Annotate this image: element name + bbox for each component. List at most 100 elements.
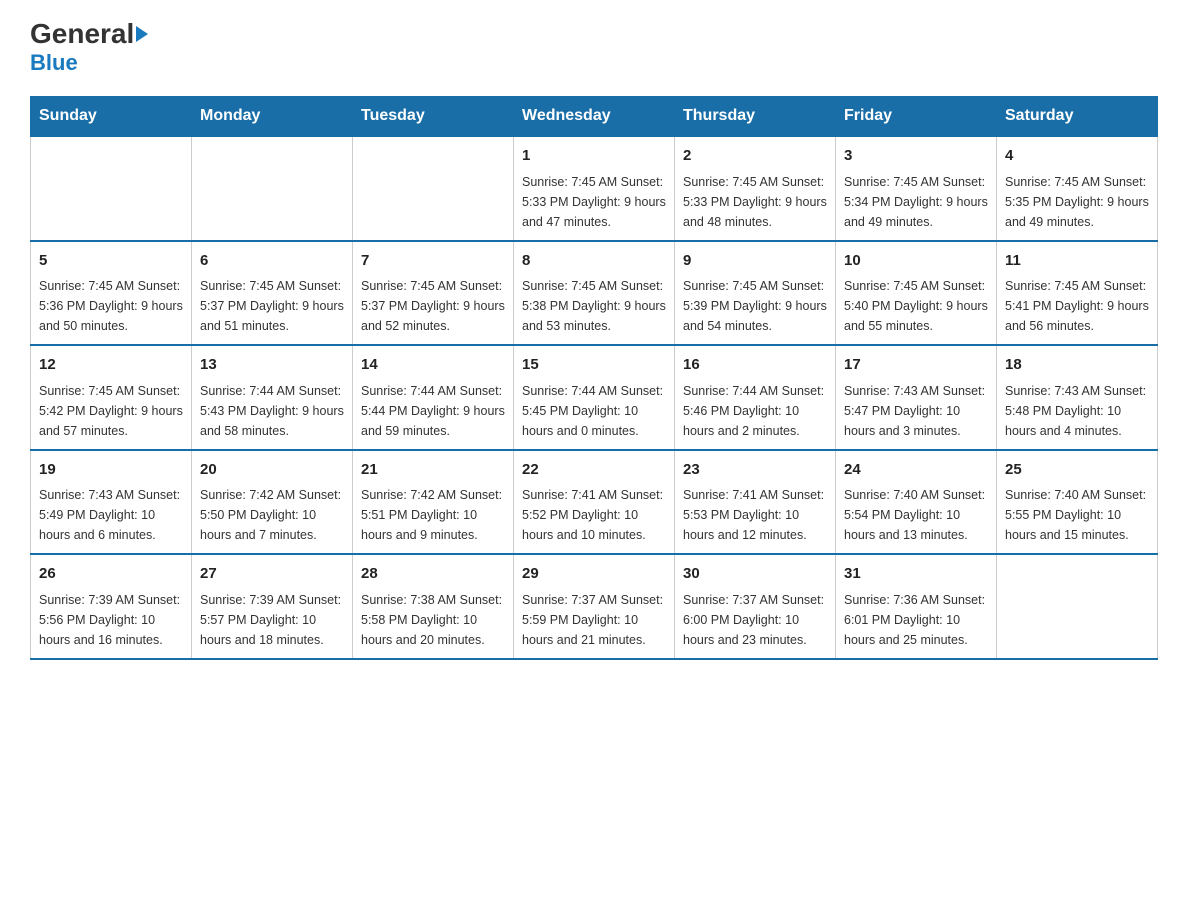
day-number: 30: [683, 563, 827, 586]
day-info: Sunrise: 7:39 AM Sunset: 5:56 PM Dayligh…: [39, 590, 183, 650]
day-info: Sunrise: 7:44 AM Sunset: 5:45 PM Dayligh…: [522, 381, 666, 441]
day-info: Sunrise: 7:42 AM Sunset: 5:50 PM Dayligh…: [200, 485, 344, 545]
logo-arrow-icon: [136, 26, 148, 42]
day-number: 26: [39, 563, 183, 586]
day-info: Sunrise: 7:38 AM Sunset: 5:58 PM Dayligh…: [361, 590, 505, 650]
day-info: Sunrise: 7:41 AM Sunset: 5:53 PM Dayligh…: [683, 485, 827, 545]
day-number: 11: [1005, 250, 1149, 273]
calendar-cell: [997, 554, 1158, 659]
calendar-cell: 24 Sunrise: 7:40 AM Sunset: 5:54 PM Dayli…: [836, 450, 997, 555]
day-info: Sunrise: 7:40 AM Sunset: 5:55 PM Dayligh…: [1005, 485, 1149, 545]
day-number: 12: [39, 354, 183, 377]
day-info: Sunrise: 7:37 AM Sunset: 5:59 PM Dayligh…: [522, 590, 666, 650]
calendar-cell: [31, 136, 192, 241]
calendar-cell: [192, 136, 353, 241]
calendar-cell: 7 Sunrise: 7:45 AM Sunset: 5:37 PM Daylig…: [353, 241, 514, 346]
day-number: 17: [844, 354, 988, 377]
day-info: Sunrise: 7:45 AM Sunset: 5:33 PM Dayligh…: [522, 172, 666, 232]
calendar-cell: 13Sunrise: 7:44 AM Sunset: 5:43 PM Dayli…: [192, 345, 353, 450]
calendar-cell: 20 Sunrise: 7:42 AM Sunset: 5:50 PM Dayli…: [192, 450, 353, 555]
calendar-cell: 17Sunrise: 7:43 AM Sunset: 5:47 PM Dayli…: [836, 345, 997, 450]
day-number: 7: [361, 250, 505, 273]
day-number: 15: [522, 354, 666, 377]
day-info: Sunrise: 7:37 AM Sunset: 6:00 PM Dayligh…: [683, 590, 827, 650]
day-number: 24: [844, 459, 988, 482]
day-info: Sunrise: 7:44 AM Sunset: 5:43 PM Dayligh…: [200, 381, 344, 441]
day-number: 18: [1005, 354, 1149, 377]
calendar-cell: 14 Sunrise: 7:44 AM Sunset: 5:44 PM Dayli…: [353, 345, 514, 450]
calendar-cell: 19 Sunrise: 7:43 AM Sunset: 5:49 PM Dayli…: [31, 450, 192, 555]
col-header-wednesday: Wednesday: [514, 97, 675, 137]
day-number: 1: [522, 145, 666, 168]
day-number: 21: [361, 459, 505, 482]
calendar-cell: 28Sunrise: 7:38 AM Sunset: 5:58 PM Dayli…: [353, 554, 514, 659]
calendar-cell: 21 Sunrise: 7:42 AM Sunset: 5:51 PM Dayli…: [353, 450, 514, 555]
day-number: 31: [844, 563, 988, 586]
day-info: Sunrise: 7:45 AM Sunset: 5:38 PM Dayligh…: [522, 276, 666, 336]
calendar-cell: 3Sunrise: 7:45 AM Sunset: 5:34 PM Daylig…: [836, 136, 997, 241]
calendar-cell: 25 Sunrise: 7:40 AM Sunset: 5:55 PM Dayli…: [997, 450, 1158, 555]
calendar-week-row: 5 Sunrise: 7:45 AM Sunset: 5:36 PM Daylig…: [31, 241, 1158, 346]
day-info: Sunrise: 7:44 AM Sunset: 5:46 PM Dayligh…: [683, 381, 827, 441]
day-number: 16: [683, 354, 827, 377]
day-info: Sunrise: 7:45 AM Sunset: 5:37 PM Dayligh…: [200, 276, 344, 336]
day-info: Sunrise: 7:43 AM Sunset: 5:49 PM Dayligh…: [39, 485, 183, 545]
calendar-cell: 23 Sunrise: 7:41 AM Sunset: 5:53 PM Dayli…: [675, 450, 836, 555]
day-number: 27: [200, 563, 344, 586]
day-info: Sunrise: 7:43 AM Sunset: 5:48 PM Dayligh…: [1005, 381, 1149, 441]
day-number: 8: [522, 250, 666, 273]
day-number: 23: [683, 459, 827, 482]
calendar-cell: 6Sunrise: 7:45 AM Sunset: 5:37 PM Daylig…: [192, 241, 353, 346]
calendar-table: SundayMondayTuesdayWednesdayThursdayFrid…: [30, 96, 1158, 660]
calendar-week-row: 26 Sunrise: 7:39 AM Sunset: 5:56 PM Dayli…: [31, 554, 1158, 659]
day-info: Sunrise: 7:40 AM Sunset: 5:54 PM Dayligh…: [844, 485, 988, 545]
calendar-cell: 27 Sunrise: 7:39 AM Sunset: 5:57 PM Dayli…: [192, 554, 353, 659]
calendar-cell: 5 Sunrise: 7:45 AM Sunset: 5:36 PM Daylig…: [31, 241, 192, 346]
day-info: Sunrise: 7:44 AM Sunset: 5:44 PM Dayligh…: [361, 381, 505, 441]
day-number: 25: [1005, 459, 1149, 482]
calendar-cell: 22 Sunrise: 7:41 AM Sunset: 5:52 PM Dayli…: [514, 450, 675, 555]
day-info: Sunrise: 7:45 AM Sunset: 5:35 PM Dayligh…: [1005, 172, 1149, 232]
col-header-sunday: Sunday: [31, 97, 192, 137]
day-info: Sunrise: 7:39 AM Sunset: 5:57 PM Dayligh…: [200, 590, 344, 650]
day-number: 29: [522, 563, 666, 586]
day-number: 2: [683, 145, 827, 168]
calendar-week-row: 1 Sunrise: 7:45 AM Sunset: 5:33 PM Daylig…: [31, 136, 1158, 241]
calendar-cell: 1 Sunrise: 7:45 AM Sunset: 5:33 PM Daylig…: [514, 136, 675, 241]
day-info: Sunrise: 7:41 AM Sunset: 5:52 PM Dayligh…: [522, 485, 666, 545]
calendar-cell: 8 Sunrise: 7:45 AM Sunset: 5:38 PM Daylig…: [514, 241, 675, 346]
col-header-thursday: Thursday: [675, 97, 836, 137]
col-header-friday: Friday: [836, 97, 997, 137]
col-header-saturday: Saturday: [997, 97, 1158, 137]
calendar-week-row: 12Sunrise: 7:45 AM Sunset: 5:42 PM Dayli…: [31, 345, 1158, 450]
day-info: Sunrise: 7:36 AM Sunset: 6:01 PM Dayligh…: [844, 590, 988, 650]
day-number: 3: [844, 145, 988, 168]
logo: General Blue: [30, 20, 148, 76]
logo-blue-text: Blue: [30, 50, 78, 76]
day-info: Sunrise: 7:45 AM Sunset: 5:41 PM Dayligh…: [1005, 276, 1149, 336]
day-number: 4: [1005, 145, 1149, 168]
col-header-tuesday: Tuesday: [353, 97, 514, 137]
day-info: Sunrise: 7:45 AM Sunset: 5:37 PM Dayligh…: [361, 276, 505, 336]
day-info: Sunrise: 7:42 AM Sunset: 5:51 PM Dayligh…: [361, 485, 505, 545]
day-info: Sunrise: 7:45 AM Sunset: 5:39 PM Dayligh…: [683, 276, 827, 336]
day-info: Sunrise: 7:45 AM Sunset: 5:33 PM Dayligh…: [683, 172, 827, 232]
day-info: Sunrise: 7:45 AM Sunset: 5:36 PM Dayligh…: [39, 276, 183, 336]
calendar-cell: 9 Sunrise: 7:45 AM Sunset: 5:39 PM Daylig…: [675, 241, 836, 346]
col-header-monday: Monday: [192, 97, 353, 137]
day-number: 10: [844, 250, 988, 273]
day-number: 22: [522, 459, 666, 482]
day-number: 19: [39, 459, 183, 482]
calendar-cell: 30 Sunrise: 7:37 AM Sunset: 6:00 PM Dayli…: [675, 554, 836, 659]
day-number: 14: [361, 354, 505, 377]
day-number: 5: [39, 250, 183, 273]
calendar-cell: 12Sunrise: 7:45 AM Sunset: 5:42 PM Dayli…: [31, 345, 192, 450]
day-number: 20: [200, 459, 344, 482]
day-number: 9: [683, 250, 827, 273]
calendar-cell: 31 Sunrise: 7:36 AM Sunset: 6:01 PM Dayli…: [836, 554, 997, 659]
day-info: Sunrise: 7:45 AM Sunset: 5:40 PM Dayligh…: [844, 276, 988, 336]
page-header: General Blue: [30, 20, 1158, 76]
calendar-cell: 26 Sunrise: 7:39 AM Sunset: 5:56 PM Dayli…: [31, 554, 192, 659]
calendar-cell: 4 Sunrise: 7:45 AM Sunset: 5:35 PM Daylig…: [997, 136, 1158, 241]
calendar-cell: [353, 136, 514, 241]
